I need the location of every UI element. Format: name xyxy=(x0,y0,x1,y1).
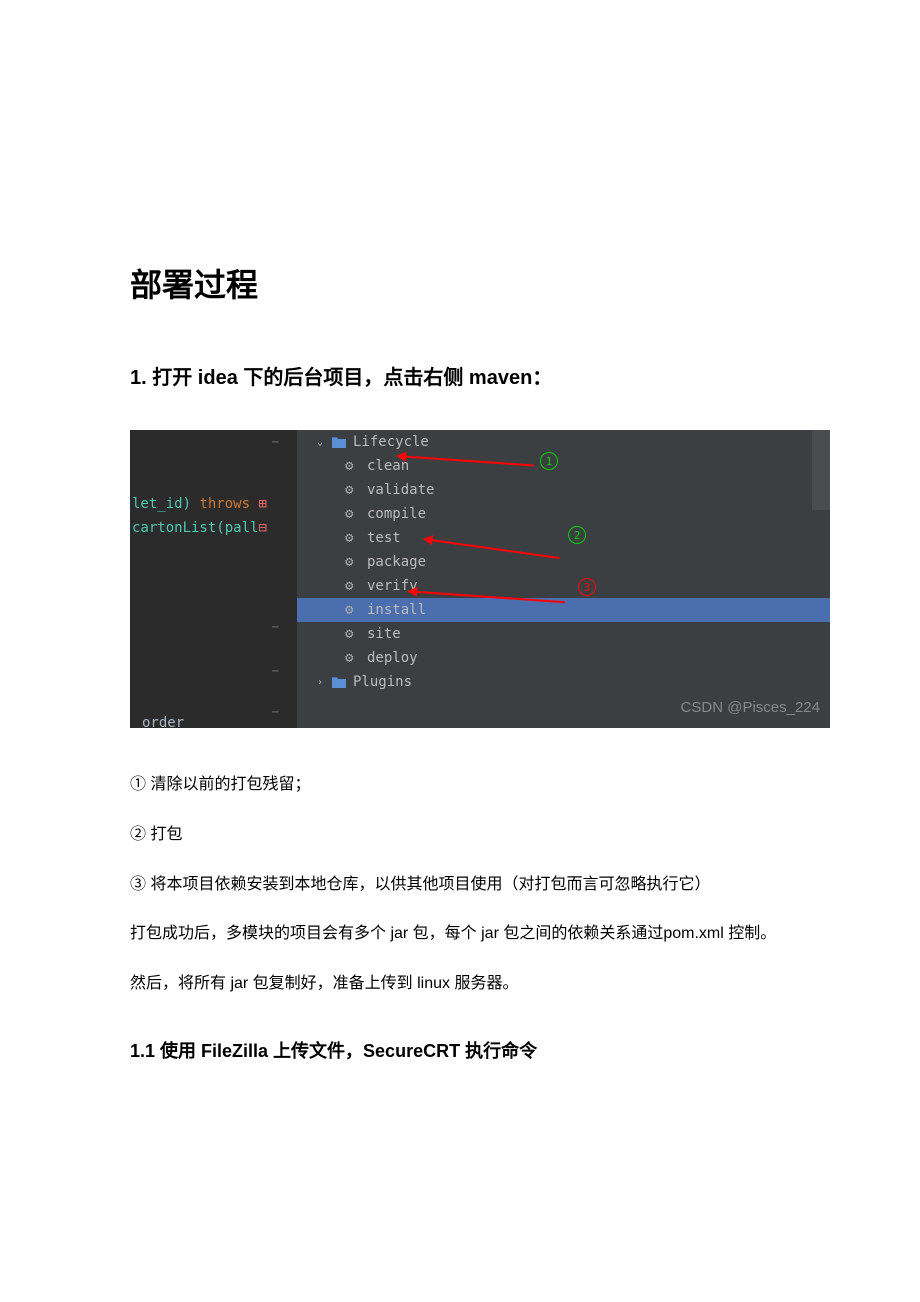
goal-label: compile xyxy=(367,506,426,522)
gear-icon: ⚙ xyxy=(345,602,361,618)
goal-label: deploy xyxy=(367,650,418,666)
collapse-marker-icon: — xyxy=(272,705,281,718)
goal-label: install xyxy=(367,602,426,618)
maven-goal-test[interactable]: ⚙ test xyxy=(297,526,830,550)
maven-goal-site[interactable]: ⚙ site xyxy=(297,622,830,646)
description-para-1: 打包成功后，多模块的项目会有多个 jar 包，每个 jar 包之间的依赖关系通过… xyxy=(130,912,790,957)
annotation-circle-1: 1 xyxy=(540,452,558,470)
error-marker-icon: ⊟ xyxy=(258,520,266,536)
gear-icon: ⚙ xyxy=(345,626,361,642)
lifecycle-label: Lifecycle xyxy=(353,434,429,450)
code-token-keyword: throws xyxy=(191,496,258,512)
description-1: ① 清除以前的打包残留； xyxy=(130,763,790,808)
code-line-2: cartonList(pall⊟ xyxy=(132,520,267,536)
code-line-1: let_id) throws ⊞ xyxy=(132,496,267,512)
collapse-marker-icon: — xyxy=(272,664,281,677)
watermark-text: CSDN @Pisces_224 xyxy=(681,699,820,716)
maven-goal-validate[interactable]: ⚙ validate xyxy=(297,478,830,502)
gear-icon: ⚙ xyxy=(345,554,361,570)
lifecycle-node[interactable]: ⌄ Lifecycle xyxy=(297,430,830,454)
error-icon: ⊞ xyxy=(258,496,266,512)
goal-label: site xyxy=(367,626,401,642)
maven-goal-package[interactable]: ⚙ package xyxy=(297,550,830,574)
gear-icon: ⚙ xyxy=(345,530,361,546)
main-heading: 部署过程 xyxy=(130,260,790,306)
code-token: let_id) xyxy=(132,496,191,512)
maven-goal-compile[interactable]: ⚙ compile xyxy=(297,502,830,526)
step-1-heading: 1. 打开 idea 下的后台项目，点击右侧 maven： xyxy=(130,361,790,390)
chevron-down-icon: ⌄ xyxy=(317,437,331,448)
right-tab-strip xyxy=(812,430,830,510)
code-line-bottom: order xyxy=(142,715,184,728)
maven-goal-clean[interactable]: ⚙ clean xyxy=(297,454,830,478)
folder-icon xyxy=(331,436,347,448)
description-para-2: 然后，将所有 jar 包复制好，准备上传到 linux 服务器。 xyxy=(130,962,790,1007)
gear-icon: ⚙ xyxy=(345,458,361,474)
goal-label: package xyxy=(367,554,426,570)
maven-goal-deploy[interactable]: ⚙ deploy xyxy=(297,646,830,670)
ide-screenshot: — let_id) throws ⊞ cartonList(pall⊟ — — … xyxy=(130,430,830,728)
description-2: ② 打包 xyxy=(130,813,790,858)
maven-panel: ⌄ Lifecycle ⚙ clean ⚙ validate ⚙ compile… xyxy=(297,430,830,728)
code-token: cartonList(pall xyxy=(132,520,258,536)
maven-goal-verify[interactable]: ⚙ verify xyxy=(297,574,830,598)
folder-icon xyxy=(331,676,347,688)
plugins-node[interactable]: › Plugins xyxy=(297,670,830,694)
collapse-marker-icon: — xyxy=(272,435,281,448)
gear-icon: ⚙ xyxy=(345,506,361,522)
step-1-1-heading: 1.1 使用 FileZilla 上传文件，SecureCRT 执行命令 xyxy=(130,1037,790,1063)
gear-icon: ⚙ xyxy=(345,482,361,498)
gear-icon: ⚙ xyxy=(345,578,361,594)
goal-label: test xyxy=(367,530,401,546)
collapse-marker-icon: — xyxy=(272,620,281,633)
plugins-label: Plugins xyxy=(353,674,412,690)
code-editor-panel: — let_id) throws ⊞ cartonList(pall⊟ — — … xyxy=(130,430,297,728)
chevron-right-icon: › xyxy=(317,677,331,688)
goal-label: validate xyxy=(367,482,434,498)
gear-icon: ⚙ xyxy=(345,650,361,666)
annotation-circle-2: 2 xyxy=(568,526,586,544)
description-3: ③ 将本项目依赖安装到本地仓库，以供其他项目使用（对打包而言可忽略执行它） xyxy=(130,863,790,908)
annotation-circle-3: 3 xyxy=(578,578,596,596)
